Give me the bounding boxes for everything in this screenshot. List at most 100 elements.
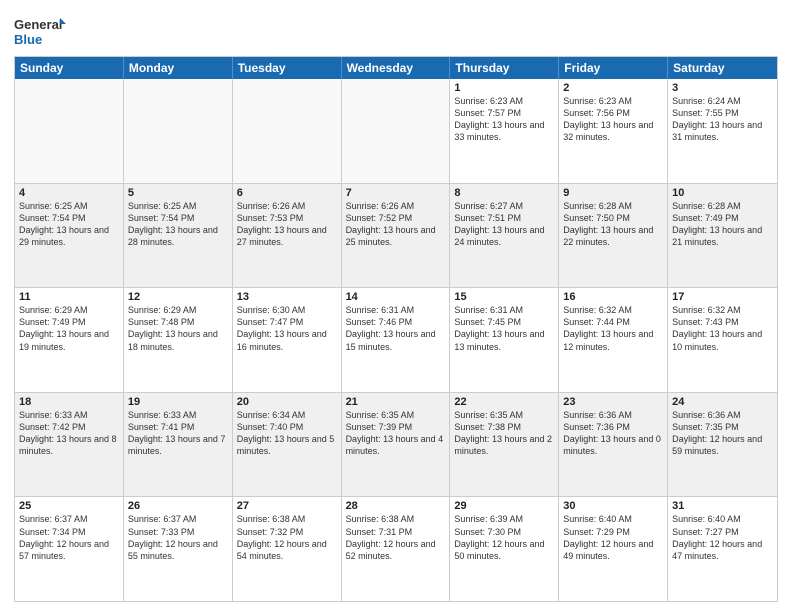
day-number: 26 — [128, 500, 228, 512]
day-cell-19: 19Sunrise: 6:33 AM Sunset: 7:41 PM Dayli… — [124, 393, 233, 497]
day-cell-21: 21Sunrise: 6:35 AM Sunset: 7:39 PM Dayli… — [342, 393, 451, 497]
day-cell-3: 3Sunrise: 6:24 AM Sunset: 7:55 PM Daylig… — [668, 79, 777, 183]
day-number: 25 — [19, 500, 119, 512]
day-cell-24: 24Sunrise: 6:36 AM Sunset: 7:35 PM Dayli… — [668, 393, 777, 497]
day-cell-11: 11Sunrise: 6:29 AM Sunset: 7:49 PM Dayli… — [15, 288, 124, 392]
day-cell-31: 31Sunrise: 6:40 AM Sunset: 7:27 PM Dayli… — [668, 497, 777, 601]
day-number: 17 — [672, 291, 773, 303]
day-content: Sunrise: 6:39 AM Sunset: 7:30 PM Dayligh… — [454, 513, 554, 562]
day-number: 24 — [672, 396, 773, 408]
day-header-sunday: Sunday — [15, 57, 124, 79]
day-cell-20: 20Sunrise: 6:34 AM Sunset: 7:40 PM Dayli… — [233, 393, 342, 497]
day-cell-30: 30Sunrise: 6:40 AM Sunset: 7:29 PM Dayli… — [559, 497, 668, 601]
day-cell-8: 8Sunrise: 6:27 AM Sunset: 7:51 PM Daylig… — [450, 184, 559, 288]
day-cell-29: 29Sunrise: 6:39 AM Sunset: 7:30 PM Dayli… — [450, 497, 559, 601]
day-number: 28 — [346, 500, 446, 512]
day-cell-4: 4Sunrise: 6:25 AM Sunset: 7:54 PM Daylig… — [15, 184, 124, 288]
day-content: Sunrise: 6:38 AM Sunset: 7:32 PM Dayligh… — [237, 513, 337, 562]
day-number: 12 — [128, 291, 228, 303]
day-content: Sunrise: 6:29 AM Sunset: 7:49 PM Dayligh… — [19, 304, 119, 353]
day-number: 16 — [563, 291, 663, 303]
day-header-monday: Monday — [124, 57, 233, 79]
day-cell-28: 28Sunrise: 6:38 AM Sunset: 7:31 PM Dayli… — [342, 497, 451, 601]
header: General Blue — [14, 10, 778, 50]
day-content: Sunrise: 6:28 AM Sunset: 7:49 PM Dayligh… — [672, 200, 773, 249]
calendar-week-2: 4 Sunrise: 6:25 AM Sunset: 7:54 PM Daylig… — [15, 184, 777, 289]
day-content: Sunrise: 6:36 AM Sunset: 7:35 PM Dayligh… — [672, 409, 773, 458]
day-number: 15 — [454, 291, 554, 303]
day-number: 11 — [19, 291, 119, 303]
day-number: 5 — [128, 187, 228, 199]
svg-text:Blue: Blue — [14, 32, 42, 47]
calendar-header-row: SundayMondayTuesdayWednesdayThursdayFrid… — [15, 57, 777, 79]
day-content: Sunrise: 6:34 AM Sunset: 7:40 PM Dayligh… — [237, 409, 337, 458]
day-number: 13 — [237, 291, 337, 303]
page: General Blue SundayMondayTuesdayWednesda… — [0, 0, 792, 612]
day-header-wednesday: Wednesday — [342, 57, 451, 79]
day-number: 3 — [672, 82, 773, 94]
day-content: Sunrise: 6:30 AM Sunset: 7:47 PM Dayligh… — [237, 304, 337, 353]
day-number: 30 — [563, 500, 663, 512]
day-number: 20 — [237, 396, 337, 408]
day-content: Sunrise: 6:26 AM Sunset: 7:52 PM Dayligh… — [346, 200, 446, 249]
calendar-week-4: 18Sunrise: 6:33 AM Sunset: 7:42 PM Dayli… — [15, 393, 777, 498]
calendar-week-1: 1Sunrise: 6:23 AM Sunset: 7:57 PM Daylig… — [15, 79, 777, 184]
day-content: Sunrise: 6:35 AM Sunset: 7:38 PM Dayligh… — [454, 409, 554, 458]
day-content: Sunrise: 6:25 AM Sunset: 7:54 PM Dayligh… — [128, 200, 228, 249]
day-header-tuesday: Tuesday — [233, 57, 342, 79]
logo: General Blue — [14, 14, 66, 50]
day-number: 9 — [563, 187, 663, 199]
day-number: 1 — [454, 82, 554, 94]
day-cell-5: 5Sunrise: 6:25 AM Sunset: 7:54 PM Daylig… — [124, 184, 233, 288]
day-cell-22: 22Sunrise: 6:35 AM Sunset: 7:38 PM Dayli… — [450, 393, 559, 497]
day-content: Sunrise: 6:29 AM Sunset: 7:48 PM Dayligh… — [128, 304, 228, 353]
day-cell-25: 25Sunrise: 6:37 AM Sunset: 7:34 PM Dayli… — [15, 497, 124, 601]
day-content: Sunrise: 6:37 AM Sunset: 7:34 PM Dayligh… — [19, 513, 119, 562]
day-cell-7: 7Sunrise: 6:26 AM Sunset: 7:52 PM Daylig… — [342, 184, 451, 288]
calendar-week-3: 11Sunrise: 6:29 AM Sunset: 7:49 PM Dayli… — [15, 288, 777, 393]
day-cell-17: 17Sunrise: 6:32 AM Sunset: 7:43 PM Dayli… — [668, 288, 777, 392]
day-cell-9: 9Sunrise: 6:28 AM Sunset: 7:50 PM Daylig… — [559, 184, 668, 288]
day-header-friday: Friday — [559, 57, 668, 79]
day-cell-16: 16Sunrise: 6:32 AM Sunset: 7:44 PM Dayli… — [559, 288, 668, 392]
svg-text:General: General — [14, 17, 62, 32]
day-cell-6: 6Sunrise: 6:26 AM Sunset: 7:53 PM Daylig… — [233, 184, 342, 288]
day-number: 29 — [454, 500, 554, 512]
day-header-thursday: Thursday — [450, 57, 559, 79]
day-content: Sunrise: 6:32 AM Sunset: 7:43 PM Dayligh… — [672, 304, 773, 353]
day-cell-10: 10Sunrise: 6:28 AM Sunset: 7:49 PM Dayli… — [668, 184, 777, 288]
day-number: 22 — [454, 396, 554, 408]
day-content: Sunrise: 6:27 AM Sunset: 7:51 PM Dayligh… — [454, 200, 554, 249]
day-number: 4 — [19, 187, 119, 199]
day-cell-15: 15Sunrise: 6:31 AM Sunset: 7:45 PM Dayli… — [450, 288, 559, 392]
day-content: Sunrise: 6:32 AM Sunset: 7:44 PM Dayligh… — [563, 304, 663, 353]
day-content: Sunrise: 6:23 AM Sunset: 7:56 PM Dayligh… — [563, 95, 663, 144]
day-number: 18 — [19, 396, 119, 408]
day-number: 2 — [563, 82, 663, 94]
day-content: Sunrise: 6:40 AM Sunset: 7:29 PM Dayligh… — [563, 513, 663, 562]
calendar-week-5: 25Sunrise: 6:37 AM Sunset: 7:34 PM Dayli… — [15, 497, 777, 601]
empty-cell — [124, 79, 233, 183]
day-content: Sunrise: 6:33 AM Sunset: 7:42 PM Dayligh… — [19, 409, 119, 458]
day-content: Sunrise: 6:37 AM Sunset: 7:33 PM Dayligh… — [128, 513, 228, 562]
day-content: Sunrise: 6:35 AM Sunset: 7:39 PM Dayligh… — [346, 409, 446, 458]
day-content: Sunrise: 6:31 AM Sunset: 7:45 PM Dayligh… — [454, 304, 554, 353]
day-cell-1: 1Sunrise: 6:23 AM Sunset: 7:57 PM Daylig… — [450, 79, 559, 183]
empty-cell — [15, 79, 124, 183]
empty-cell — [233, 79, 342, 183]
day-number: 21 — [346, 396, 446, 408]
day-number: 31 — [672, 500, 773, 512]
empty-cell — [342, 79, 451, 183]
day-number: 19 — [128, 396, 228, 408]
day-content: Sunrise: 6:40 AM Sunset: 7:27 PM Dayligh… — [672, 513, 773, 562]
day-content: Sunrise: 6:36 AM Sunset: 7:36 PM Dayligh… — [563, 409, 663, 458]
day-cell-27: 27Sunrise: 6:38 AM Sunset: 7:32 PM Dayli… — [233, 497, 342, 601]
day-cell-26: 26Sunrise: 6:37 AM Sunset: 7:33 PM Dayli… — [124, 497, 233, 601]
day-content: Sunrise: 6:31 AM Sunset: 7:46 PM Dayligh… — [346, 304, 446, 353]
day-number: 23 — [563, 396, 663, 408]
day-number: 7 — [346, 187, 446, 199]
day-number: 6 — [237, 187, 337, 199]
day-content: Sunrise: 6:23 AM Sunset: 7:57 PM Dayligh… — [454, 95, 554, 144]
day-cell-18: 18Sunrise: 6:33 AM Sunset: 7:42 PM Dayli… — [15, 393, 124, 497]
calendar: SundayMondayTuesdayWednesdayThursdayFrid… — [14, 56, 778, 602]
